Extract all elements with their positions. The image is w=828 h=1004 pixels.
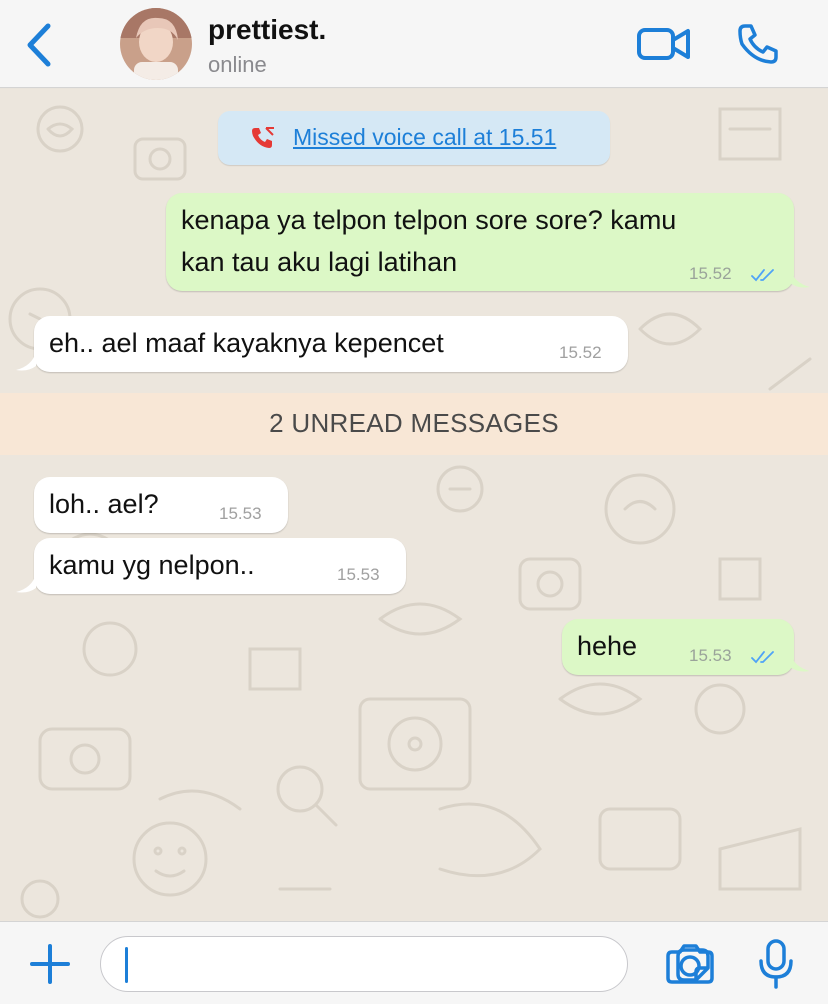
message-input[interactable] bbox=[115, 943, 565, 985]
camera-icon bbox=[666, 944, 714, 984]
message-text: eh.. ael maaf kayaknya kepencet bbox=[49, 328, 444, 358]
message-bubble-incoming[interactable]: loh.. ael? 15.53 bbox=[34, 477, 288, 533]
microphone-icon bbox=[759, 939, 793, 989]
contact-name[interactable]: prettiest. bbox=[208, 14, 326, 46]
message-bubble-outgoing[interactable]: kenapa ya telpon telpon sore sore? kamu … bbox=[166, 193, 794, 291]
read-ticks-icon bbox=[751, 269, 774, 282]
unread-messages-divider: 2 UNREAD MESSAGES bbox=[0, 393, 828, 455]
bubble-tail bbox=[790, 269, 810, 288]
back-button[interactable] bbox=[22, 22, 56, 68]
bubble-tail bbox=[16, 574, 36, 593]
message-text: kan tau aku lagi latihan bbox=[181, 247, 458, 277]
phone-icon bbox=[738, 24, 778, 64]
message-bubble-incoming[interactable]: kamu yg nelpon.. 15.53 bbox=[34, 538, 406, 594]
contact-avatar[interactable] bbox=[120, 8, 192, 80]
message-time: 15.52 bbox=[559, 343, 602, 362]
microphone-button[interactable] bbox=[756, 938, 796, 990]
missed-call-link[interactable]: Missed voice call at 15.51 bbox=[293, 124, 556, 151]
message-text: kenapa ya telpon telpon sore sore? kamu bbox=[181, 205, 677, 235]
plus-icon bbox=[30, 944, 70, 984]
message-time: 15.52 bbox=[689, 264, 732, 283]
message-text: kamu yg nelpon.. bbox=[49, 550, 255, 580]
message-time: 15.53 bbox=[337, 565, 380, 584]
chat-area[interactable]: Missed voice call at 15.51 kenapa ya tel… bbox=[0, 89, 828, 921]
attach-button[interactable] bbox=[30, 944, 70, 984]
message-time: 15.53 bbox=[689, 646, 732, 665]
missed-call-notice[interactable]: Missed voice call at 15.51 bbox=[218, 111, 610, 165]
unread-messages-label: 2 UNREAD MESSAGES bbox=[269, 408, 559, 438]
message-bubble-outgoing[interactable]: hehe 15.53 bbox=[562, 619, 794, 675]
chevron-left-icon bbox=[27, 23, 51, 67]
camera-button[interactable] bbox=[666, 942, 714, 984]
missed-call-icon bbox=[252, 127, 274, 148]
message-bubble-incoming[interactable]: eh.. ael maaf kayaknya kepencet 15.52 bbox=[34, 316, 628, 372]
video-camera-icon bbox=[637, 28, 690, 60]
read-ticks-icon bbox=[751, 651, 774, 664]
message-text-field[interactable] bbox=[100, 936, 710, 992]
voice-call-button[interactable] bbox=[736, 22, 780, 66]
chat-header: prettiest. online bbox=[0, 0, 828, 88]
message-text: hehe bbox=[577, 631, 638, 661]
message-time: 15.53 bbox=[219, 504, 262, 523]
bubble-tail bbox=[790, 653, 810, 672]
bubble-tail bbox=[16, 352, 36, 371]
message-input-bar bbox=[0, 921, 828, 1004]
contact-status: online bbox=[208, 52, 267, 77]
message-text: loh.. ael? bbox=[49, 489, 159, 519]
video-call-button[interactable] bbox=[636, 24, 692, 64]
